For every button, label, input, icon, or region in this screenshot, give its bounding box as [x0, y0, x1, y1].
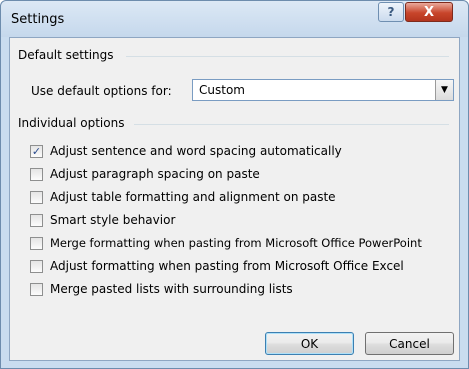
- cancel-button[interactable]: Cancel: [365, 332, 454, 355]
- default-settings-heading: Default settings: [18, 48, 114, 62]
- title-bar[interactable]: Settings ? X: [1, 1, 468, 37]
- default-settings-divider: [126, 56, 449, 57]
- option-merge-lists[interactable]: Merge pasted lists with surrounding list…: [30, 281, 293, 297]
- option-smart-style[interactable]: Smart style behavior: [30, 212, 175, 228]
- option-excel-formatting[interactable]: Adjust formatting when pasting from Micr…: [30, 258, 404, 274]
- use-default-label: Use default options for:: [31, 84, 172, 98]
- checkbox-adjust-spacing[interactable]: ✓: [30, 144, 43, 158]
- checkbox-merge-powerpoint[interactable]: [30, 236, 43, 250]
- default-options-select[interactable]: Custom ▼: [192, 79, 454, 101]
- option-label: Merge pasted lists with surrounding list…: [50, 282, 293, 296]
- individual-options-divider: [134, 124, 449, 125]
- option-label: Adjust formatting when pasting from Micr…: [50, 259, 404, 273]
- checkbox-smart-style[interactable]: [30, 213, 43, 227]
- help-icon: ?: [387, 5, 395, 19]
- default-options-value: Custom: [199, 83, 245, 97]
- dialog-body: Default settings Use default options for…: [9, 37, 460, 361]
- checkbox-paragraph-spacing[interactable]: [30, 167, 43, 181]
- close-icon: X: [423, 4, 435, 20]
- checkbox-table-formatting[interactable]: [30, 190, 43, 204]
- option-table-formatting[interactable]: Adjust table formatting and alignment on…: [30, 189, 336, 205]
- checkbox-merge-lists[interactable]: [30, 282, 43, 296]
- checkmark-icon: ✓: [31, 144, 42, 158]
- option-label: Adjust sentence and word spacing automat…: [50, 144, 342, 158]
- checkbox-excel-formatting[interactable]: [30, 259, 43, 273]
- dropdown-arrow-icon[interactable]: ▼: [435, 80, 453, 100]
- option-label: Adjust table formatting and alignment on…: [50, 190, 336, 204]
- option-adjust-spacing[interactable]: ✓ Adjust sentence and word spacing autom…: [30, 143, 342, 159]
- individual-options-heading: Individual options: [18, 116, 125, 130]
- option-label: Smart style behavior: [50, 213, 176, 227]
- help-button[interactable]: ?: [378, 2, 404, 22]
- close-button[interactable]: X: [405, 2, 453, 22]
- option-paragraph-spacing[interactable]: Adjust paragraph spacing on paste: [30, 166, 260, 182]
- option-label: Adjust paragraph spacing on paste: [50, 167, 260, 181]
- settings-dialog: Settings ? X Default settings Use defaul…: [0, 0, 469, 369]
- option-label: Merge formatting when pasting from Micro…: [50, 236, 422, 250]
- ok-button[interactable]: OK: [265, 332, 354, 355]
- option-merge-powerpoint[interactable]: Merge formatting when pasting from Micro…: [30, 235, 422, 251]
- dialog-title: Settings: [11, 12, 65, 27]
